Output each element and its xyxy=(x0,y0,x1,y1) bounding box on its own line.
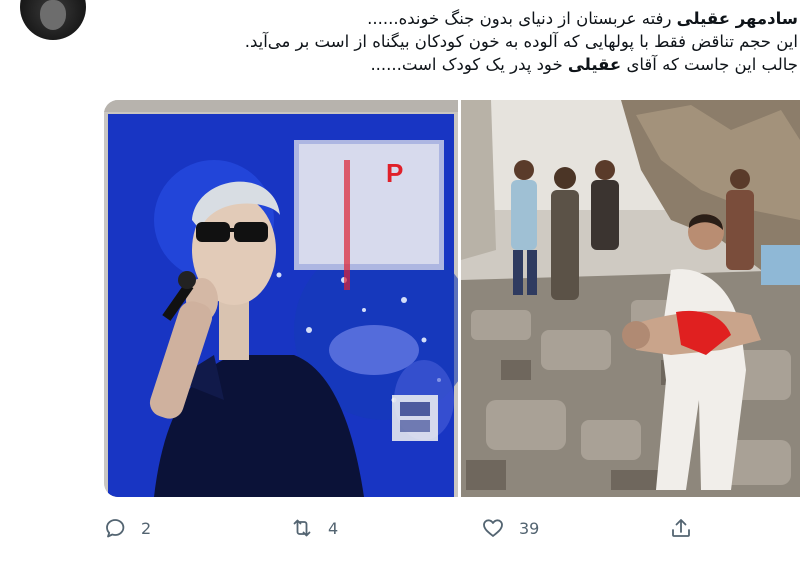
tweet-text: سادمهر عقیلی رفته عربستان از دنیای بدون … xyxy=(98,7,798,76)
like-count: 39 xyxy=(519,518,540,538)
tweet-line-1: سادمهر عقیلی رفته عربستان از دنیای بدون … xyxy=(367,9,798,28)
retweet-count: 4 xyxy=(328,518,339,538)
tweet-actions: 2 4 39 xyxy=(0,512,800,544)
channel-logo: P xyxy=(386,158,403,188)
concert-photo[interactable]: P xyxy=(104,100,458,497)
retweet-button[interactable]: 4 xyxy=(290,512,338,544)
heart-icon xyxy=(483,519,503,537)
avatar-face xyxy=(40,0,66,30)
rubble-photo[interactable] xyxy=(461,100,800,497)
avatar[interactable] xyxy=(20,0,86,40)
share-button[interactable] xyxy=(669,512,693,544)
tweet-media[interactable]: P xyxy=(104,100,800,497)
author-name[interactable]: سادمهر عقیلی xyxy=(677,9,798,28)
like-button[interactable]: 39 xyxy=(481,512,539,544)
reply-count: 2 xyxy=(141,518,152,538)
reply-button[interactable]: 2 xyxy=(103,512,151,544)
share-icon xyxy=(672,519,690,537)
reply-icon xyxy=(106,519,125,538)
tweet-line-2: این حجم تناقض فقط با پولهایی که آلوده به… xyxy=(244,32,798,51)
retweet-icon xyxy=(293,519,311,537)
tweet-line-3: جالب این جاست که آقای عقیلی خود پدر یک ک… xyxy=(370,55,798,74)
